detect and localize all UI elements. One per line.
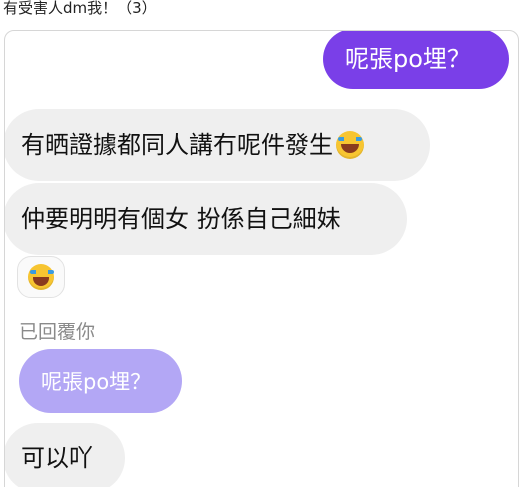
sent-message-bubble: 呢張po埋？ [323, 31, 509, 89]
reply-message-bubble: 可以吖 [5, 423, 125, 487]
laughing-tears-emoji-icon [28, 264, 54, 290]
quoted-message-bubble: 呢張po埋？ [19, 349, 182, 413]
sent-message-text: 呢張po埋？ [345, 45, 471, 73]
chat-screenshot: 呢張po埋？ 有晒證據都同人講冇呢件發生 仲要明明有個女 扮係自己細妹 已回覆你… [4, 30, 519, 487]
laughing-tears-emoji-icon [336, 131, 364, 159]
post-title: 有受害人dm我！（3） [3, 0, 157, 17]
reply-message-text: 可以吖 [21, 444, 93, 472]
replied-to-you-label: 已回覆你 [19, 321, 96, 343]
emoji-message-bubble [17, 256, 65, 298]
received-message-bubble: 有晒證據都同人講冇呢件發生 [5, 109, 430, 181]
received-message-text: 有晒證據都同人講冇呢件發生 [21, 131, 333, 159]
quoted-message-text: 呢張po埋？ [41, 370, 152, 394]
received-message-text: 仲要明明有個女 扮係自己細妹 [21, 205, 341, 233]
received-message-bubble: 仲要明明有個女 扮係自己細妹 [5, 183, 407, 255]
